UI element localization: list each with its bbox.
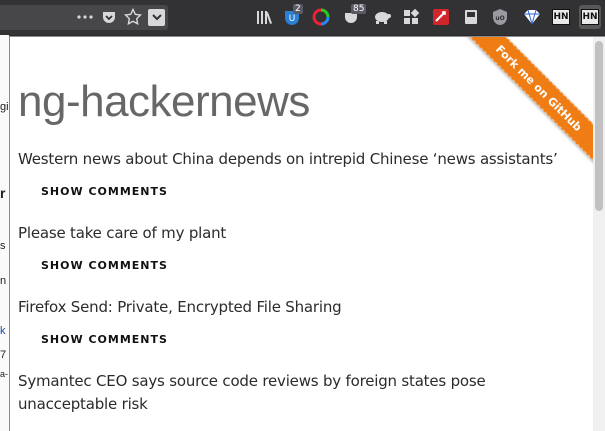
vpn-icon[interactable] — [522, 7, 542, 27]
hn-icon[interactable]: HN — [551, 7, 571, 27]
story-item: Symantec CEO says source code reviews by… — [18, 370, 588, 416]
more-icon[interactable] — [75, 7, 95, 27]
show-comments-button[interactable]: SHOW COMMENTS — [41, 333, 168, 346]
pocket-icon[interactable] — [99, 7, 119, 27]
browser-toolbar: U 2 85 uO HN HN — [0, 0, 605, 35]
pdf-icon[interactable] — [431, 7, 451, 27]
grid-icon[interactable] — [401, 7, 421, 27]
ublock-origin-icon[interactable]: uO — [490, 7, 510, 27]
color-wheel-icon[interactable] — [311, 7, 331, 27]
turtle-icon[interactable] — [372, 7, 392, 27]
github-ribbon[interactable]: Fork me on GitHub — [443, 37, 593, 187]
library-icon[interactable] — [255, 7, 275, 27]
show-comments-button[interactable]: SHOW COMMENTS — [41, 185, 168, 198]
bg-fragment: n — [0, 275, 7, 287]
svg-text:uO: uO — [495, 15, 504, 22]
extension-badge: 2 — [293, 4, 303, 14]
story-title[interactable]: Symantec CEO says source code reviews by… — [18, 370, 588, 416]
hn-active-button[interactable]: HN — [579, 5, 601, 29]
bg-fragment: a- — [0, 369, 9, 379]
bg-fragment: r — [0, 185, 6, 201]
bg-fragment: gi — [0, 101, 9, 113]
bg-fragment: 7 — [0, 349, 7, 361]
extension-popup: ng-hackernews Western news about China d… — [9, 36, 605, 431]
background-page: gi r s n k 7 a- — [0, 35, 9, 431]
pocket-count-icon[interactable]: 85 — [341, 4, 367, 27]
story-item: Firefox Send: Private, Encrypted File Sh… — [18, 296, 588, 319]
scrollbar[interactable] — [593, 37, 605, 431]
bookmark-star-icon[interactable] — [123, 7, 143, 27]
svg-text:U: U — [289, 14, 296, 24]
fork-ribbon[interactable]: Fork me on GitHub — [459, 37, 593, 168]
show-comments-button[interactable]: SHOW COMMENTS — [41, 259, 168, 272]
pocket-badge: 85 — [351, 4, 367, 14]
story-title[interactable]: Firefox Send: Private, Encrypted File Sh… — [18, 296, 588, 319]
bg-fragment[interactable]: k — [0, 325, 6, 337]
notebook-icon[interactable] — [461, 7, 481, 27]
dropdown-icon[interactable] — [148, 9, 165, 26]
hn-active-label: HN — [581, 9, 599, 25]
story-title[interactable]: Please take care of my plant — [18, 222, 588, 245]
ublock-shield-icon[interactable]: U 2 — [282, 4, 303, 27]
page-title: ng-hackernews — [18, 77, 310, 126]
hn-label: HN — [552, 9, 570, 25]
bg-fragment: s — [0, 240, 6, 252]
story-item: Please take care of my plant — [18, 222, 588, 245]
ribbon-label: Fork me on GitHub — [493, 42, 585, 134]
scrollbar-thumb[interactable] — [595, 41, 603, 211]
